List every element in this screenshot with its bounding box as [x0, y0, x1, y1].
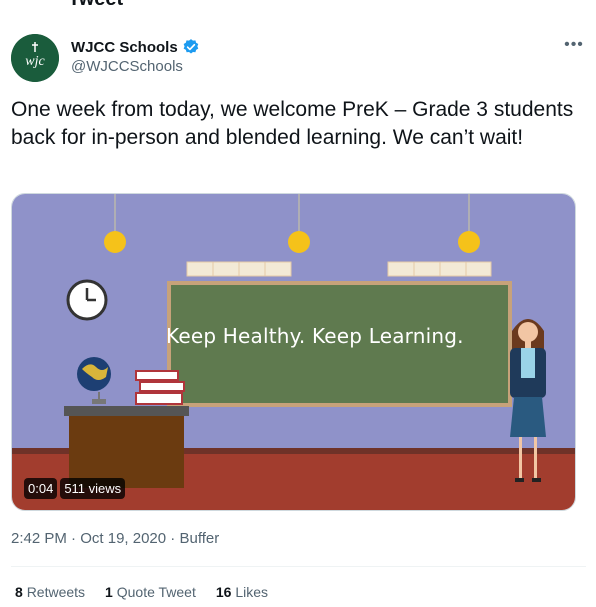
retweets-stat[interactable]: 8 Retweets [15, 584, 85, 600]
likes-label: Likes [235, 584, 269, 600]
author-name[interactable]: WJCC Schools [71, 38, 200, 56]
likes-count: 16 [215, 584, 232, 600]
tweet-date[interactable]: Oct 19, 2020 [80, 530, 166, 547]
likes-stat[interactable]: 16 Likes [216, 584, 268, 600]
video-thumbnail [12, 194, 575, 510]
tweet-stats: 8 Retweets 1 Quote Tweet 16 Likes [15, 584, 268, 600]
more-options-icon[interactable]: ••• [562, 37, 586, 56]
tweet-timestamp: 2:42 PM · Oct 19, 2020 · Buffer [11, 530, 219, 547]
quotes-label: Quote Tweet [116, 584, 196, 600]
tweet-author: wjc WJCC Schools @WJCCSchools ••• [11, 34, 586, 84]
verified-badge-icon [182, 38, 200, 56]
retweets-count: 8 [15, 584, 23, 600]
avatar[interactable]: wjc [11, 34, 59, 82]
separator: · [166, 530, 180, 547]
quotes-stat[interactable]: 1 Quote Tweet [105, 584, 196, 600]
video-views: 511 views [60, 478, 126, 499]
quotes-count: 1 [105, 584, 113, 600]
tweet-source[interactable]: Buffer [179, 530, 219, 547]
video-overlay: 0:04 511 views [24, 478, 126, 499]
retweets-label: Retweets [26, 584, 86, 600]
video-player[interactable] [11, 193, 576, 511]
chalkboard-text: Keep Healthy. Keep Learning. [166, 324, 464, 348]
author-name-label: WJCC Schools [71, 38, 178, 56]
divider [11, 566, 586, 567]
avatar-logo-text: wjc [25, 54, 45, 69]
tweet-time[interactable]: 2:42 PM [11, 530, 67, 547]
page-title: Tweet [68, 0, 123, 11]
author-handle[interactable]: @WJCCSchools [71, 58, 183, 75]
clock-icon [66, 279, 108, 321]
separator: · [66, 530, 81, 547]
video-duration: 0:04 [24, 478, 58, 499]
tweet-text: One week from today, we welcome PreK – G… [11, 98, 574, 149]
